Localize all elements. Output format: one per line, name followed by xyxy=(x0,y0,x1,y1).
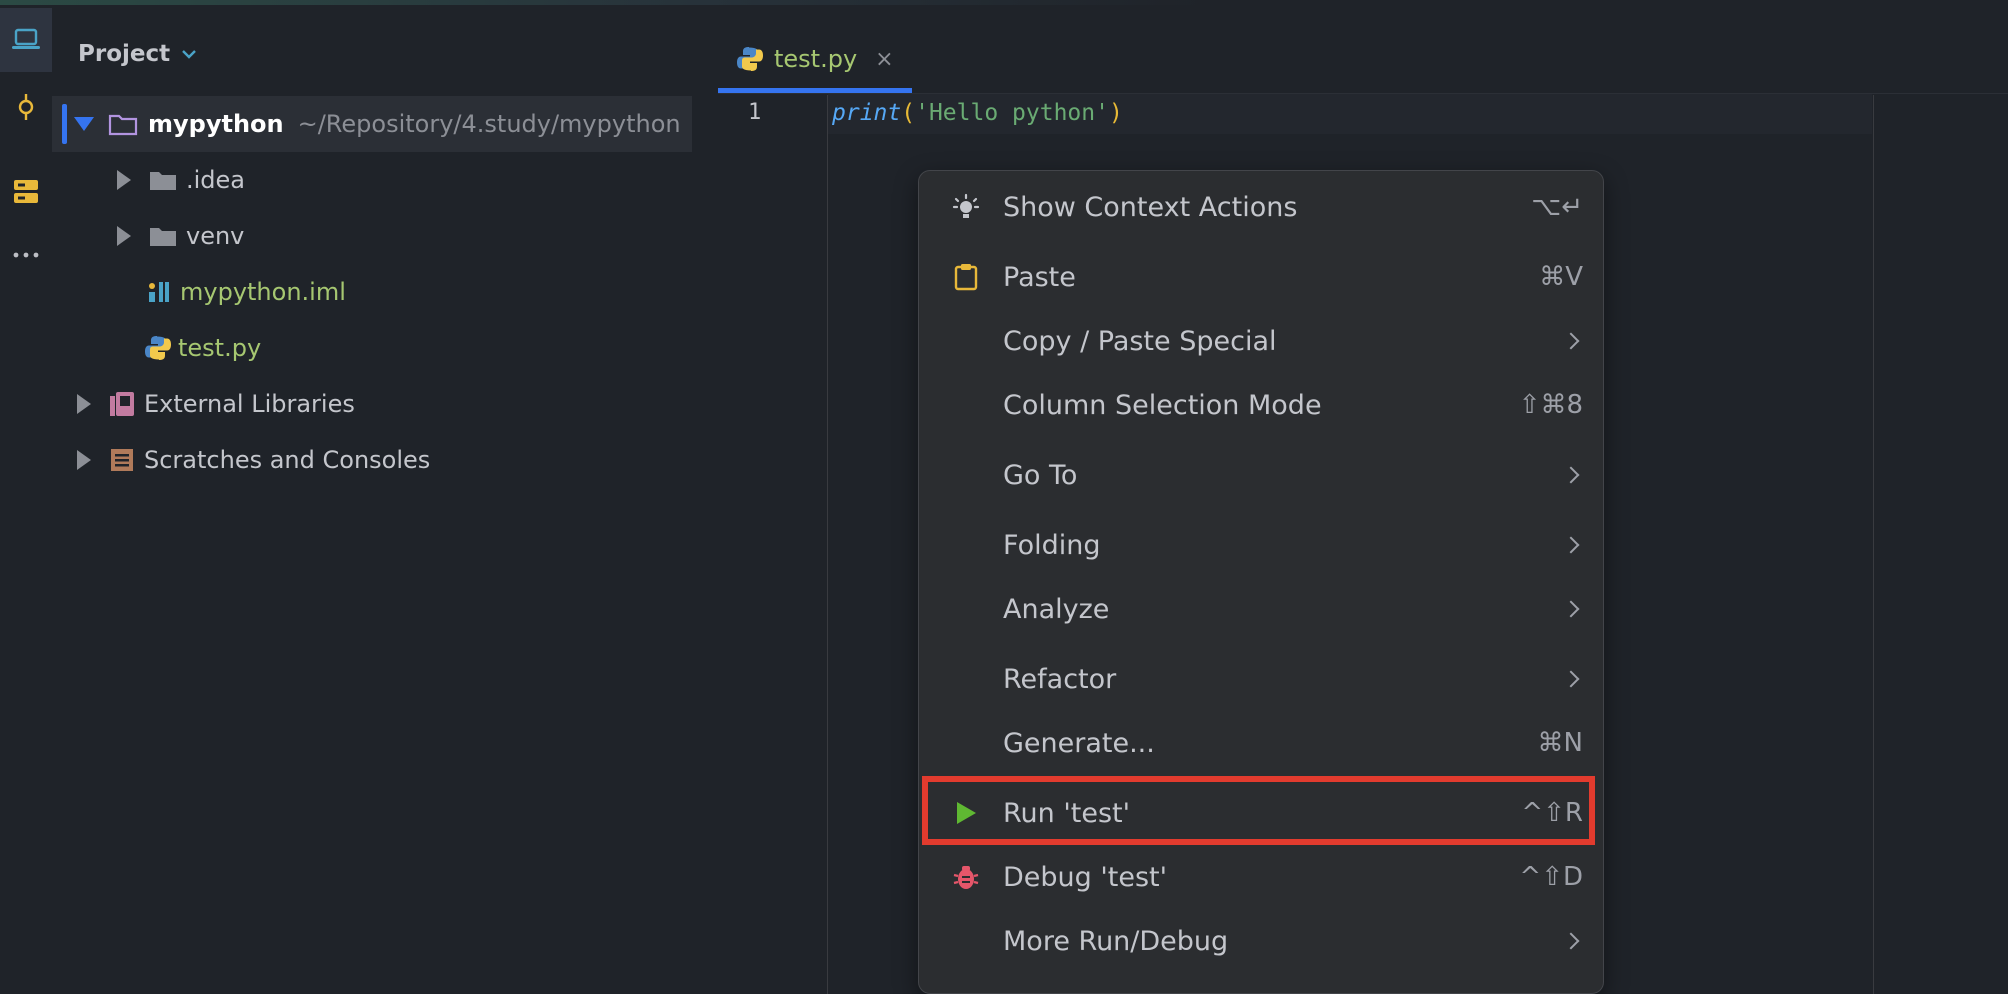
commit-tool-button[interactable] xyxy=(0,75,52,139)
menu-item-column-selection-mode[interactable]: Column Selection Mode ⇧⌘8 xyxy=(919,373,1603,437)
folder-icon xyxy=(148,224,178,248)
tree-item-external-libraries[interactable]: External Libraries xyxy=(52,376,692,432)
laptop-icon xyxy=(12,28,40,49)
menu-item-label: Run 'test' xyxy=(1003,797,1131,829)
python-file-icon xyxy=(144,334,172,362)
selection-marker xyxy=(62,104,67,144)
tree-item-label: test.py xyxy=(178,334,262,362)
menu-item-label: Folding xyxy=(1003,529,1101,561)
tree-item-scratches[interactable]: Scratches and Consoles xyxy=(52,432,692,488)
expand-arrow-icon[interactable] xyxy=(114,170,134,190)
tab-test-py[interactable]: test.py × xyxy=(718,28,894,90)
clipboard-icon xyxy=(951,262,981,292)
menu-item-more-run-debug[interactable]: More Run/Debug xyxy=(919,909,1603,973)
tree-item-venv[interactable]: venv xyxy=(52,208,692,264)
menu-item-generate[interactable]: Generate... ⌘N xyxy=(919,711,1603,775)
chevron-right-icon xyxy=(1562,670,1580,688)
tab-label: test.py xyxy=(774,45,858,73)
code-string: 'Hello python' xyxy=(915,100,1109,126)
bug-icon xyxy=(951,862,981,892)
line-number: 1 xyxy=(748,100,762,125)
menu-item-label: Analyze xyxy=(1003,593,1110,625)
tree-item-mypython[interactable]: mypython ~/Repository/4.study/mypython xyxy=(52,96,692,152)
menu-item-label: Generate... xyxy=(1003,727,1155,759)
tree-item-label: venv xyxy=(186,222,245,250)
folder-icon xyxy=(148,168,178,192)
code-function: print xyxy=(832,100,902,126)
iml-file-icon xyxy=(146,279,172,305)
menu-item-label: Paste xyxy=(1003,261,1076,293)
commit-icon xyxy=(18,94,34,120)
more-tool-button[interactable] xyxy=(0,223,52,287)
expand-arrow-icon[interactable] xyxy=(74,450,94,470)
expand-arrow-icon[interactable] xyxy=(114,226,134,246)
tree-item-label: .idea xyxy=(186,166,246,194)
close-icon[interactable]: × xyxy=(875,47,893,72)
menu-item-shortcut: ^⇧D xyxy=(1519,862,1583,892)
tree-item-label: Scratches and Consoles xyxy=(144,446,431,474)
library-icon xyxy=(108,390,136,418)
menu-item-shortcut: ⌘N xyxy=(1537,728,1583,758)
chevron-right-icon xyxy=(1562,536,1580,554)
menu-item-shortcut: ⌥↵ xyxy=(1531,192,1583,222)
python-file-icon xyxy=(736,45,764,73)
gutter-divider xyxy=(827,95,828,994)
tree-item-label: mypython.iml xyxy=(180,278,346,306)
project-panel-title: Project xyxy=(78,41,171,67)
chevron-right-icon xyxy=(1562,932,1580,950)
chevron-right-icon xyxy=(1562,332,1580,350)
menu-item-shortcut: ^⇧R xyxy=(1521,798,1583,828)
menu-item-debug-test[interactable]: Debug 'test' ^⇧D xyxy=(919,845,1603,909)
menu-item-shortcut: ⌘V xyxy=(1539,262,1583,292)
menu-item-copy-paste-special[interactable]: Copy / Paste Special xyxy=(919,309,1603,373)
menu-item-label: Go To xyxy=(1003,459,1078,491)
menu-item-folding[interactable]: Folding xyxy=(919,513,1603,577)
structure-tool-button[interactable] xyxy=(0,159,52,223)
menu-item-go-to[interactable]: Go To xyxy=(919,443,1603,507)
expand-arrow-icon[interactable] xyxy=(74,394,94,414)
right-margin-guide xyxy=(1873,95,1874,994)
menu-item-shortcut: ⇧⌘8 xyxy=(1518,390,1583,420)
menu-item-label: Debug 'test' xyxy=(1003,861,1168,893)
code-paren-close: ) xyxy=(1108,100,1123,126)
menu-item-refactor[interactable]: Refactor xyxy=(919,647,1603,711)
tree-item-label: mypython xyxy=(148,110,284,138)
folder-icon xyxy=(108,112,138,136)
tree-item-label: External Libraries xyxy=(144,390,355,418)
tree-item-test-py[interactable]: test.py xyxy=(52,320,692,376)
tree-item-mypython-iml[interactable]: mypython.iml xyxy=(52,264,692,320)
menu-item-label: More Run/Debug xyxy=(1003,925,1229,957)
menu-item-label: Show Context Actions xyxy=(1003,191,1298,223)
chevron-right-icon xyxy=(1562,466,1580,484)
chevron-right-icon xyxy=(1562,600,1580,618)
project-panel-header[interactable]: Project xyxy=(78,36,198,72)
menu-item-run-test[interactable]: Run 'test' ^⇧R xyxy=(919,781,1603,845)
code-paren-open: ( xyxy=(901,100,916,126)
window-top-strip xyxy=(0,0,2008,5)
expand-arrow-icon[interactable] xyxy=(74,114,94,134)
tree-item-idea[interactable]: .idea xyxy=(52,152,692,208)
menu-item-show-context-actions[interactable]: Show Context Actions ⌥↵ xyxy=(919,175,1603,239)
menu-item-paste[interactable]: Paste ⌘V xyxy=(919,245,1603,309)
code-line[interactable]: print('Hello python') xyxy=(832,100,1123,126)
run-icon xyxy=(951,798,981,828)
activity-bar xyxy=(0,5,52,994)
project-tool-button[interactable] xyxy=(0,8,52,72)
menu-item-label: Column Selection Mode xyxy=(1003,389,1322,421)
context-menu: Show Context Actions ⌥↵ Paste ⌘V Copy / … xyxy=(918,170,1604,994)
menu-item-label: Copy / Paste Special xyxy=(1003,325,1277,357)
tree-item-path: ~/Repository/4.study/mypython xyxy=(297,110,681,138)
chevron-down-icon xyxy=(182,50,196,59)
structure-icon xyxy=(14,180,38,203)
scratches-icon xyxy=(108,446,136,474)
more-icon xyxy=(13,252,39,258)
menu-item-label: Refactor xyxy=(1003,663,1117,695)
bulb-icon xyxy=(951,192,981,222)
menu-item-analyze[interactable]: Analyze xyxy=(919,577,1603,641)
